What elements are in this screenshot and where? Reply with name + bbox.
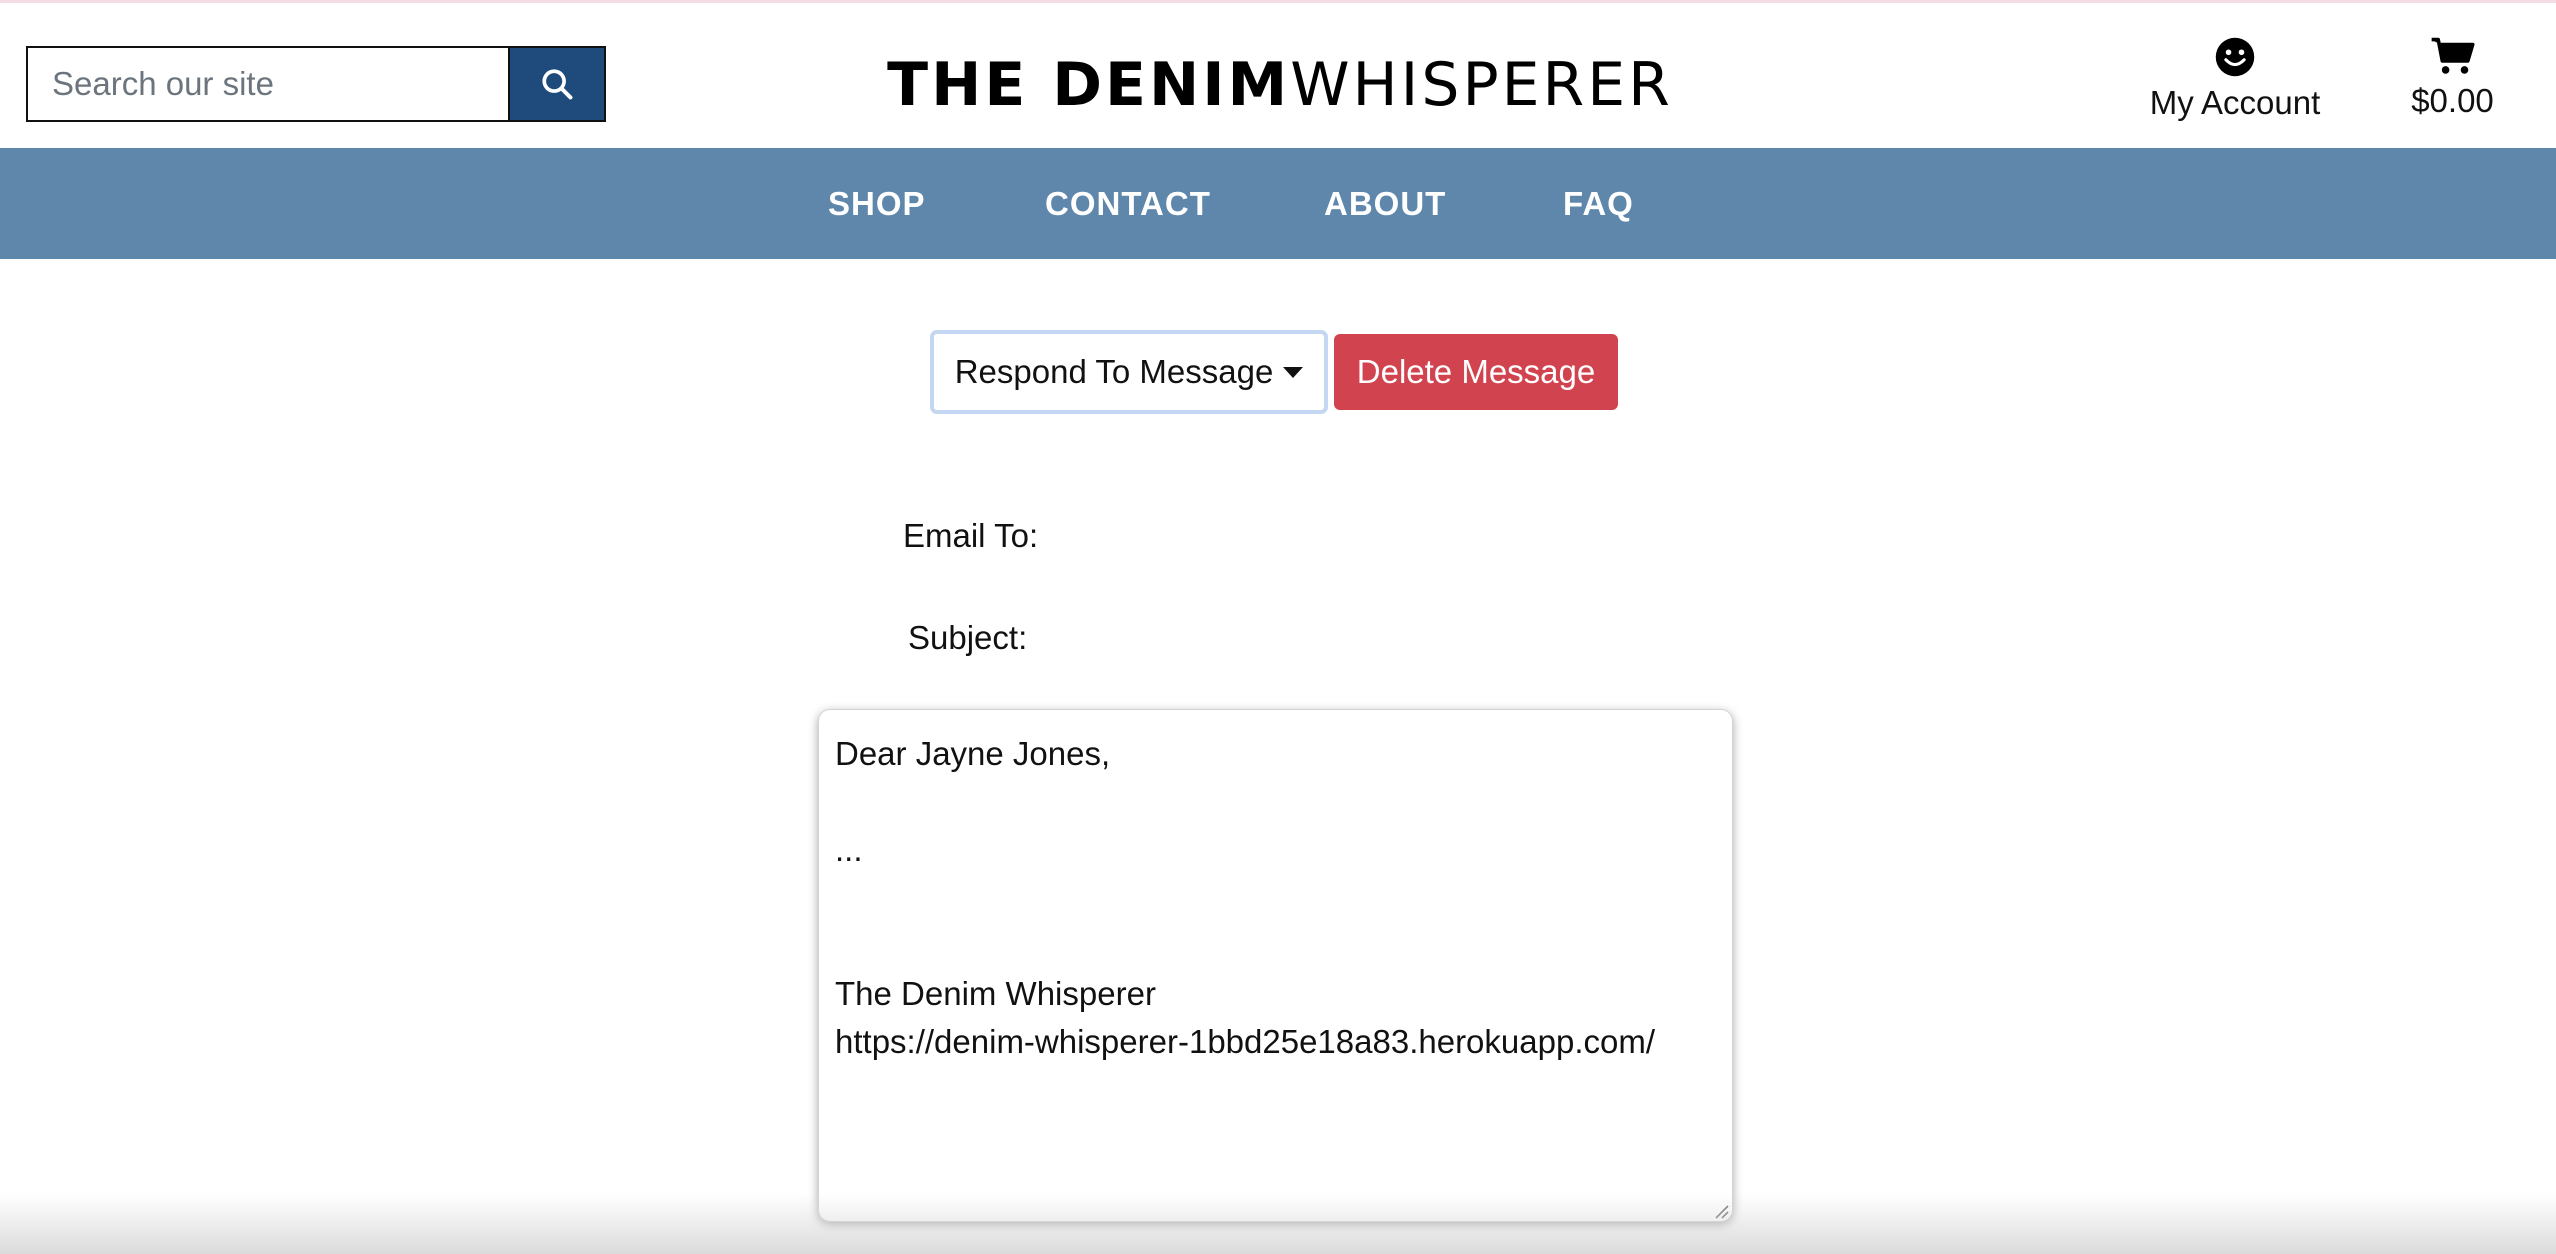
cart-link[interactable]: $0.00 <box>2395 36 2510 136</box>
delete-message-button[interactable]: Delete Message <box>1334 334 1618 410</box>
search-icon <box>542 69 573 100</box>
logo-text-thin: WHISPERER <box>1290 50 1673 120</box>
nav-item-shop[interactable]: SHOP <box>828 148 926 259</box>
smiley-icon <box>2215 37 2255 77</box>
logo-text-bold: THE DENIM <box>887 50 1291 120</box>
my-account-label: My Account <box>2149 84 2321 121</box>
site-logo[interactable]: THE DENIM WHISPERER <box>887 45 1670 125</box>
subject-row: Subject: <box>908 613 1642 663</box>
caret-down-icon <box>1283 366 1304 378</box>
respond-button-label: Respond To Message <box>954 353 1274 390</box>
cart-icon <box>2431 37 2475 74</box>
site-header: THE DENIM WHISPERER My Account $0.00 <box>0 3 2556 148</box>
email-to-row: Email To: <box>903 511 1653 561</box>
nav-item-faq[interactable]: FAQ <box>1563 148 1634 259</box>
my-account-link[interactable]: My Account <box>2135 36 2335 136</box>
subject-field[interactable] <box>1041 613 1642 663</box>
search-button[interactable] <box>508 46 606 122</box>
nav-item-about[interactable]: ABOUT <box>1324 148 1446 259</box>
subject-label: Subject: <box>908 619 1028 656</box>
message-body-textarea[interactable]: Dear Jayne Jones, ... The Denim Whispere… <box>818 709 1733 1222</box>
respond-to-message-button[interactable]: Respond To Message <box>930 330 1328 414</box>
nav-item-contact[interactable]: CONTACT <box>1045 148 1211 259</box>
email-to-label: Email To: <box>903 517 1039 554</box>
search-input[interactable] <box>26 46 508 122</box>
search-form <box>26 46 606 122</box>
resize-grip-icon[interactable] <box>1712 1202 1730 1220</box>
cart-total: $0.00 <box>2411 82 2494 119</box>
main-nav: SHOP CONTACT ABOUT FAQ <box>0 148 2556 259</box>
email-to-field[interactable] <box>1052 511 1653 561</box>
